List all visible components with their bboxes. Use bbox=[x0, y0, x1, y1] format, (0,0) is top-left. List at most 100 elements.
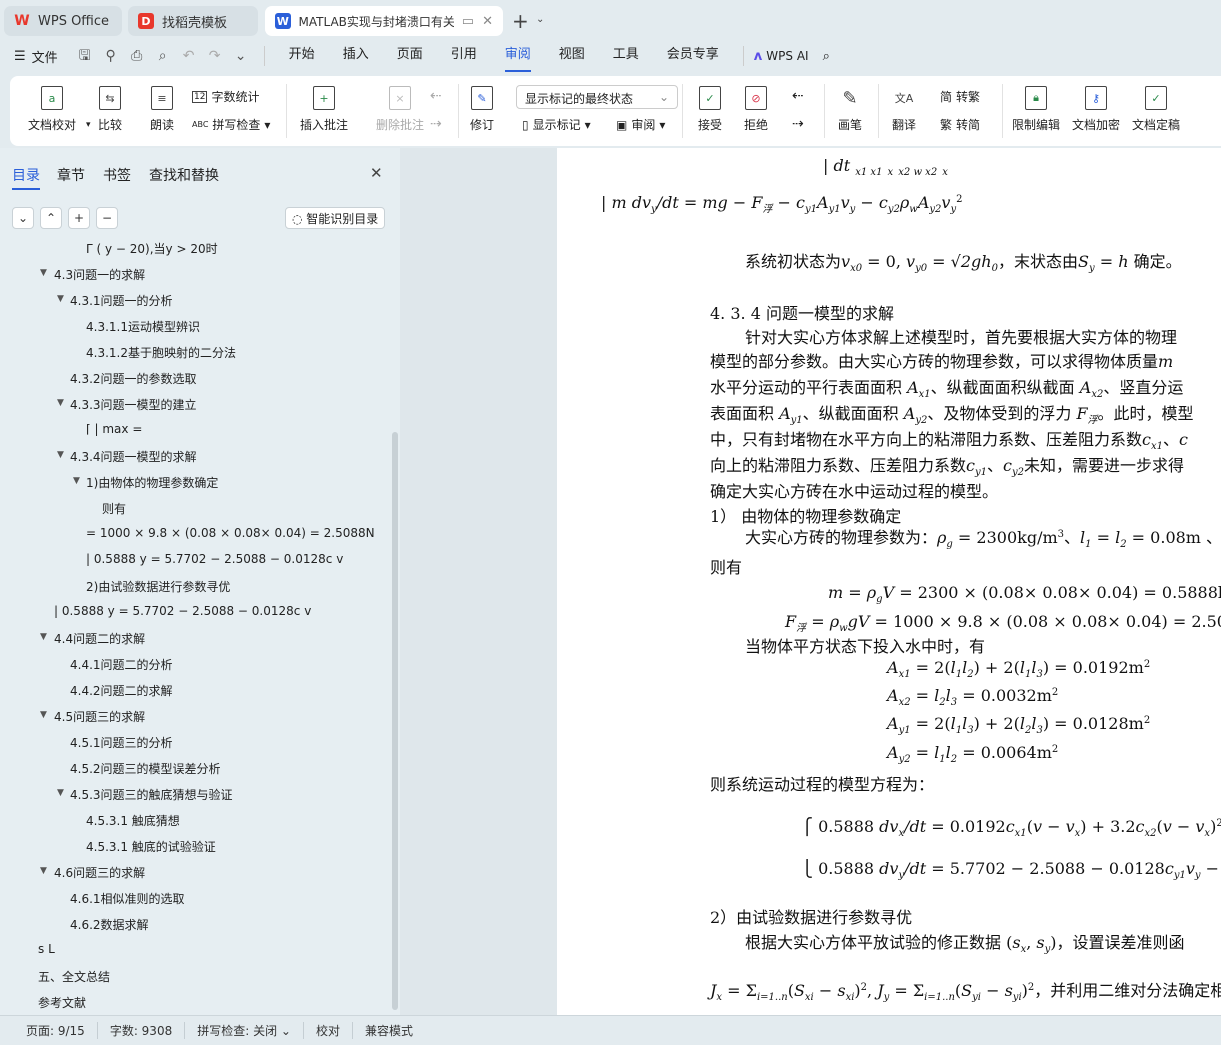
toc-item[interactable]: 4.5.3.1 触底猜想 bbox=[0, 812, 390, 832]
toc-item[interactable]: ▼ 4.5问题三的求解 bbox=[0, 708, 390, 728]
toc-item[interactable]: | 0.5888 y = 5.7702 − 2.5088 − 0.0128c v bbox=[0, 552, 390, 572]
expand-arrow-icon[interactable]: ▼ bbox=[73, 476, 80, 486]
print-preview-icon[interactable]: ⌕ bbox=[154, 47, 172, 65]
menu-tab-2[interactable]: 页面 bbox=[383, 44, 437, 68]
tab-list-chevron-icon[interactable]: ⌄ bbox=[536, 14, 544, 25]
insert-comment-button[interactable]: + 插入批注 bbox=[300, 86, 348, 133]
expand-arrow-icon[interactable]: ▼ bbox=[40, 866, 47, 876]
expand-arrow-icon[interactable]: ▼ bbox=[40, 710, 47, 720]
new-tab-button[interactable]: + bbox=[512, 9, 529, 33]
toc-item[interactable]: 2)由试验数据进行参数寻优 bbox=[0, 578, 390, 598]
to-simplified-button[interactable]: 繁转简 bbox=[940, 116, 980, 133]
menu-tab-7[interactable]: 会员专享 bbox=[653, 44, 733, 68]
format-painter-icon[interactable]: ⚲ bbox=[102, 47, 120, 65]
toc-scrollbar[interactable] bbox=[392, 432, 398, 1010]
prev-comment-icon[interactable]: ⇠ bbox=[430, 88, 442, 104]
spell-check-status[interactable]: 拼写检查: 关闭 ⌄ bbox=[185, 1022, 304, 1039]
toc-item[interactable]: ▼ 4.4问题二的求解 bbox=[0, 630, 390, 650]
menu-tab-1[interactable]: 插入 bbox=[329, 44, 383, 68]
redo-icon[interactable]: ↷ bbox=[206, 47, 224, 65]
close-tab-icon[interactable]: ✕ bbox=[482, 14, 493, 29]
collapse-button[interactable]: ⌃ bbox=[40, 207, 62, 229]
toc-item[interactable]: 4.3.2问题一的参数选取 bbox=[0, 370, 390, 390]
expand-arrow-icon[interactable]: ▼ bbox=[57, 398, 64, 408]
tab-docer-templates[interactable]: D 找稻壳模板 bbox=[128, 6, 258, 36]
toc-item[interactable]: 4.3.1.1运动模型辨识 bbox=[0, 318, 390, 338]
tab-document[interactable]: W MATLAB实现与封堵溃口有关的 ▭ ✕ bbox=[265, 6, 503, 36]
add-heading-button[interactable]: + bbox=[68, 207, 90, 229]
toc-item[interactable]: 参考文献 bbox=[0, 994, 390, 1014]
toc-item[interactable]: Γ ( y − 20),当y > 20时 bbox=[0, 240, 390, 260]
spell-check-button[interactable]: ABC 拼写检查 ▾ bbox=[192, 116, 270, 133]
menu-tab-6[interactable]: 工具 bbox=[599, 44, 653, 68]
expand-arrow-icon[interactable]: ▼ bbox=[57, 450, 64, 460]
toc-item[interactable]: 4.4.2问题二的求解 bbox=[0, 682, 390, 702]
accept-button[interactable]: ✓ 接受 bbox=[698, 86, 722, 133]
hamburger-icon[interactable]: ☰ bbox=[14, 49, 26, 64]
next-change-icon[interactable]: ⇢ bbox=[792, 116, 804, 132]
translate-button[interactable]: 文A 翻译 bbox=[892, 86, 916, 133]
prev-change-icon[interactable]: ⇠ bbox=[792, 88, 804, 104]
print-icon[interactable]: ⎙ bbox=[128, 47, 146, 65]
monitor-icon[interactable]: ▭ bbox=[462, 14, 474, 29]
proofread-status[interactable]: 校对 bbox=[304, 1022, 353, 1039]
toc-item[interactable]: s L bbox=[0, 942, 390, 962]
word-count-status[interactable]: 字数: 9308 bbox=[98, 1022, 186, 1039]
menu-tab-5[interactable]: 视图 bbox=[545, 44, 599, 68]
markup-display-select[interactable]: 显示标记的最终状态 ⌄ bbox=[516, 85, 678, 109]
expand-arrow-icon[interactable]: ▼ bbox=[57, 788, 64, 798]
toc-item[interactable]: ▼ 1)由物体的物理参数确定 bbox=[0, 474, 390, 494]
undo-icon[interactable]: ↶ bbox=[180, 47, 198, 65]
next-comment-icon[interactable]: ⇢ bbox=[430, 116, 442, 132]
expand-all-button[interactable]: ⌄ bbox=[12, 207, 34, 229]
toc-item[interactable]: 4.5.3.1 触底的试验验证 bbox=[0, 838, 390, 858]
read-aloud-button[interactable]: ≡ 朗读 bbox=[150, 86, 174, 133]
toc-item[interactable]: 4.3.1.2基于胞映射的二分法 bbox=[0, 344, 390, 364]
toc-item[interactable]: 4.5.1问题三的分析 bbox=[0, 734, 390, 754]
menu-tab-4[interactable]: 审阅 bbox=[491, 44, 545, 72]
toc-item[interactable]: = 1000 × 9.8 × (0.08 × 0.08× 0.04) = 2.5… bbox=[0, 526, 390, 546]
remove-heading-button[interactable]: − bbox=[96, 207, 118, 229]
toc-item[interactable]: 4.6.2数据求解 bbox=[0, 916, 390, 936]
nav-tab-find-replace[interactable]: 查找和替换 bbox=[149, 165, 219, 185]
toc-item[interactable]: ▼ 4.5.3问题三的触底猜想与验证 bbox=[0, 786, 390, 806]
save-icon[interactable]: 🖫 bbox=[76, 47, 94, 65]
close-pane-icon[interactable]: ✕ bbox=[370, 164, 383, 182]
delete-comment-button[interactable]: × 删除批注 bbox=[376, 86, 424, 133]
nav-tab-toc[interactable]: 目录 bbox=[12, 165, 40, 190]
tab-wps-office[interactable]: W WPS Office bbox=[4, 6, 122, 36]
menu-tab-3[interactable]: 引用 bbox=[437, 44, 491, 68]
proofread-button[interactable]: a 文档校对 bbox=[28, 86, 76, 133]
toc-item[interactable]: 则有 bbox=[0, 500, 390, 520]
show-markup-button[interactable]: ▯ 显示标记 ▾ bbox=[522, 116, 591, 133]
expand-arrow-icon[interactable]: ▼ bbox=[40, 632, 47, 642]
toc-item[interactable]: 4.5.2问题三的模型误差分析 bbox=[0, 760, 390, 780]
toc-item[interactable]: ▼ 4.3.4问题一模型的求解 bbox=[0, 448, 390, 468]
compare-button[interactable]: ⇆ 比较 bbox=[98, 86, 122, 133]
toc-item[interactable]: ▼ 4.3.3问题一模型的建立 bbox=[0, 396, 390, 416]
finalize-button[interactable]: ✓ 文档定稿 bbox=[1132, 86, 1180, 133]
restrict-edit-button[interactable]: 🔒︎ 限制编辑 bbox=[1012, 86, 1060, 133]
word-count-button[interactable]: 12 字数统计 bbox=[192, 88, 259, 105]
menu-tab-0[interactable]: 开始 bbox=[275, 44, 329, 68]
toc-item[interactable]: 4.6.1相似准则的选取 bbox=[0, 890, 390, 910]
toc-item[interactable]: ▼ 4.6问题三的求解 bbox=[0, 864, 390, 884]
toc-item[interactable]: 五、全文总结 bbox=[0, 968, 390, 988]
search-icon[interactable]: ⌕ bbox=[823, 49, 830, 64]
revise-button[interactable]: ✎ 修订 bbox=[470, 86, 494, 133]
toc-item[interactable]: ▼ 4.3.1问题一的分析 bbox=[0, 292, 390, 312]
more-chevron-icon[interactable]: ⌄ bbox=[232, 47, 250, 65]
toc-item[interactable]: ▼ 4.3问题一的求解 bbox=[0, 266, 390, 286]
file-menu[interactable]: 文件 bbox=[32, 47, 58, 66]
expand-arrow-icon[interactable]: ▼ bbox=[40, 268, 47, 278]
expand-arrow-icon[interactable]: ▼ bbox=[57, 294, 64, 304]
reject-button[interactable]: ⊘ 拒绝 bbox=[744, 86, 768, 133]
pen-button[interactable]: ✎ 画笔 bbox=[838, 86, 862, 133]
smart-toc-button[interactable]: ◌ 智能识别目录 bbox=[285, 207, 386, 229]
page-indicator[interactable]: 页面: 9/15 bbox=[14, 1022, 98, 1039]
wps-ai-button[interactable]: WPS AI bbox=[766, 49, 808, 63]
encrypt-button[interactable]: ⚷ 文档加密 bbox=[1072, 86, 1120, 133]
toc-item[interactable]: 4.4.1问题二的分析 bbox=[0, 656, 390, 676]
to-traditional-button[interactable]: 简转繁 bbox=[940, 88, 980, 105]
toc-item[interactable]: ⌈ | max = bbox=[0, 422, 390, 442]
